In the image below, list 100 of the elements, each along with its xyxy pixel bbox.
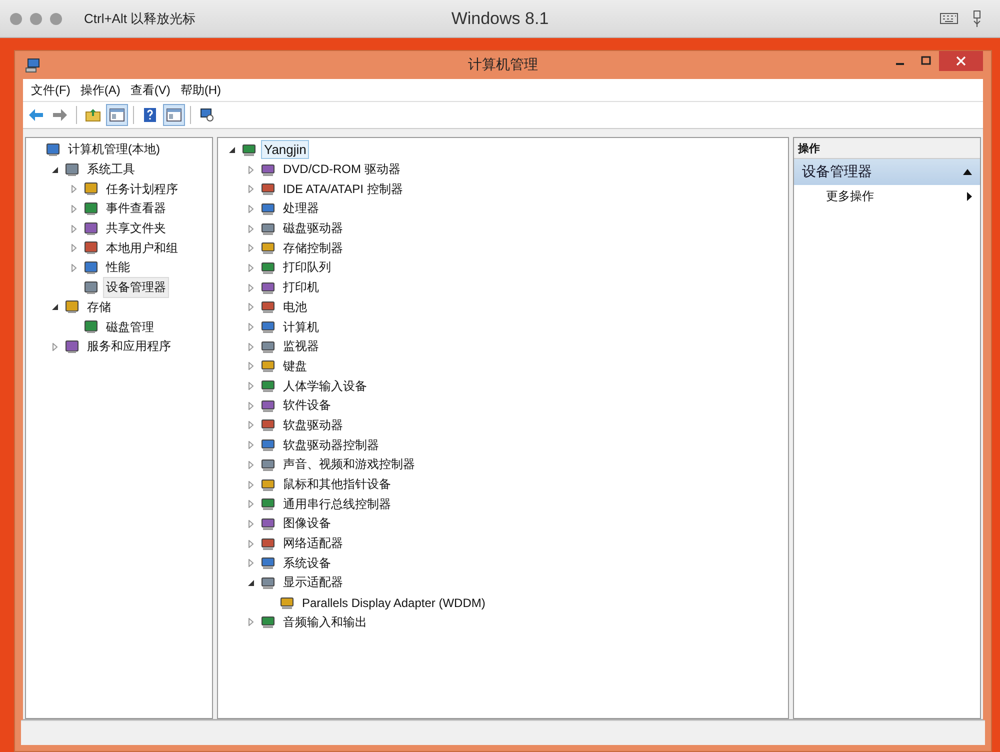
tree-item[interactable]: 服务和应用程序	[84, 336, 174, 358]
tree-item[interactable]: 处理器	[280, 198, 322, 220]
close-button[interactable]	[939, 51, 983, 71]
tree-item[interactable]: 系统设备	[280, 552, 334, 574]
expand-arrow-icon[interactable]	[247, 185, 255, 194]
expand-arrow-icon[interactable]	[247, 382, 255, 390]
zoom-dot[interactable]	[50, 12, 62, 24]
tree-item[interactable]: 性能	[103, 257, 133, 278]
tree-item[interactable]: 设备管理器	[103, 277, 169, 298]
device-icon	[260, 299, 276, 316]
menu-item[interactable]: 文件(F)	[27, 80, 74, 100]
close-dot[interactable]	[10, 12, 22, 24]
tree-item[interactable]: 鼠标和其他指针设备	[280, 474, 394, 496]
device-icon	[279, 594, 295, 611]
collapse-arrow-icon[interactable]	[247, 578, 255, 587]
device-icon	[260, 398, 276, 414]
expand-arrow-icon[interactable]	[247, 224, 255, 233]
expand-arrow-icon[interactable]	[51, 342, 59, 351]
expand-arrow-icon[interactable]	[247, 166, 255, 174]
toolbar-button[interactable]	[106, 104, 128, 126]
tree-item[interactable]: 共享文件夹	[103, 218, 169, 240]
tree-item[interactable]: 监视器	[280, 336, 322, 358]
action-link[interactable]: 更多操作	[826, 188, 874, 204]
tree-item[interactable]: IDE ATA/ATAPI 控制器	[280, 178, 406, 200]
tree-item[interactable]: 任务计划程序	[103, 178, 181, 200]
device-icon	[260, 614, 276, 630]
expand-arrow-icon[interactable]	[247, 559, 255, 568]
tree-item[interactable]: Yangjin	[261, 140, 310, 160]
usb-icon[interactable]	[972, 10, 982, 28]
tree-item[interactable]: 网络适配器	[280, 533, 346, 554]
expand-arrow-icon[interactable]	[247, 244, 255, 252]
tree-item[interactable]: 电池	[280, 296, 310, 318]
expand-arrow-icon[interactable]	[247, 264, 255, 272]
computer-icon	[25, 57, 41, 73]
tree-item[interactable]: 软件设备	[280, 395, 334, 416]
collapse-arrow-icon[interactable]	[228, 146, 236, 154]
keyboard-icon[interactable]	[940, 13, 958, 24]
expand-arrow-icon[interactable]	[247, 540, 255, 548]
expand-arrow-icon[interactable]	[70, 185, 78, 194]
expand-arrow-icon[interactable]	[247, 402, 255, 410]
tree-item[interactable]: 图像设备	[280, 513, 334, 534]
expand-arrow-icon[interactable]	[247, 342, 255, 351]
tree-item[interactable]: 打印机	[280, 277, 322, 298]
expand-arrow-icon[interactable]	[70, 264, 78, 272]
tree-item[interactable]: 存储	[84, 296, 114, 318]
expand-arrow-icon[interactable]	[247, 303, 255, 312]
tree-item[interactable]: 人体学输入设备	[280, 376, 370, 397]
expand-arrow-icon[interactable]	[247, 204, 255, 213]
tree-item[interactable]: 系统工具	[84, 159, 138, 180]
tree-item[interactable]: 磁盘管理	[103, 316, 157, 338]
menu-item[interactable]: 查看(V)	[126, 80, 174, 100]
tree-item[interactable]: 显示适配器	[280, 572, 346, 594]
menu-item[interactable]: 帮助(H)	[176, 80, 225, 100]
tree-item[interactable]: 音频输入和输出	[280, 612, 370, 633]
tree-node-icon	[83, 319, 99, 336]
tree-item[interactable]: 软盘驱动器控制器	[280, 434, 382, 456]
expand-arrow-icon[interactable]	[247, 441, 255, 450]
device-icon	[260, 181, 276, 198]
tree-item[interactable]: 事件查看器	[103, 198, 169, 220]
tree-item[interactable]: 声音、视频和游戏控制器	[280, 454, 418, 476]
collapse-arrow-icon[interactable]	[963, 169, 972, 175]
tree-item[interactable]: Parallels Display Adapter (WDDM)	[299, 594, 488, 612]
expand-arrow-icon[interactable]	[247, 618, 255, 626]
tree-item[interactable]: 软盘驱动器	[280, 414, 346, 436]
tree-item[interactable]: 磁盘驱动器	[280, 218, 346, 240]
tree-item[interactable]: 存储控制器	[280, 238, 346, 259]
expand-arrow-icon[interactable]	[247, 480, 255, 489]
device-icon	[260, 240, 276, 256]
tree-item[interactable]: 通用串行总线控制器	[280, 494, 394, 515]
tree-item[interactable]: 计算机管理(本地)	[65, 139, 163, 160]
tree-item[interactable]: 本地用户和组	[103, 238, 181, 259]
menu-item[interactable]: 操作(A)	[76, 80, 124, 100]
collapse-arrow-icon[interactable]	[51, 166, 59, 174]
back-arrow-icon	[28, 108, 44, 122]
expand-arrow-icon[interactable]	[247, 460, 255, 469]
toolbar-button[interactable]	[163, 104, 185, 126]
expand-arrow-icon[interactable]	[70, 204, 78, 213]
actions-section-header[interactable]: 设备管理器	[794, 159, 980, 185]
minimize-dot[interactable]	[30, 12, 42, 24]
expand-arrow-icon[interactable]	[247, 323, 255, 332]
tree-item[interactable]: 计算机	[280, 316, 322, 338]
tree-item[interactable]: 键盘	[280, 356, 310, 377]
expand-arrow-icon[interactable]	[70, 224, 78, 233]
expand-arrow-icon[interactable]	[247, 421, 255, 430]
device-icon	[260, 358, 276, 374]
expand-arrow-icon[interactable]	[70, 244, 78, 252]
expand-arrow-icon[interactable]	[247, 520, 255, 528]
expand-arrow-icon[interactable]	[247, 500, 255, 508]
tree-node-icon	[83, 280, 99, 296]
tree-node-icon	[83, 240, 99, 256]
tree-item[interactable]: 打印队列	[280, 257, 334, 278]
tree-item[interactable]: DVD/CD-ROM 驱动器	[280, 159, 404, 180]
device-icon	[241, 142, 257, 158]
expand-arrow-icon[interactable]	[247, 362, 255, 370]
expand-arrow-icon[interactable]	[247, 284, 255, 292]
submenu-arrow-icon[interactable]	[967, 192, 972, 200]
device-icon	[260, 456, 276, 473]
device-icon	[260, 280, 276, 296]
device-icon	[260, 378, 276, 394]
collapse-arrow-icon[interactable]	[51, 303, 59, 312]
